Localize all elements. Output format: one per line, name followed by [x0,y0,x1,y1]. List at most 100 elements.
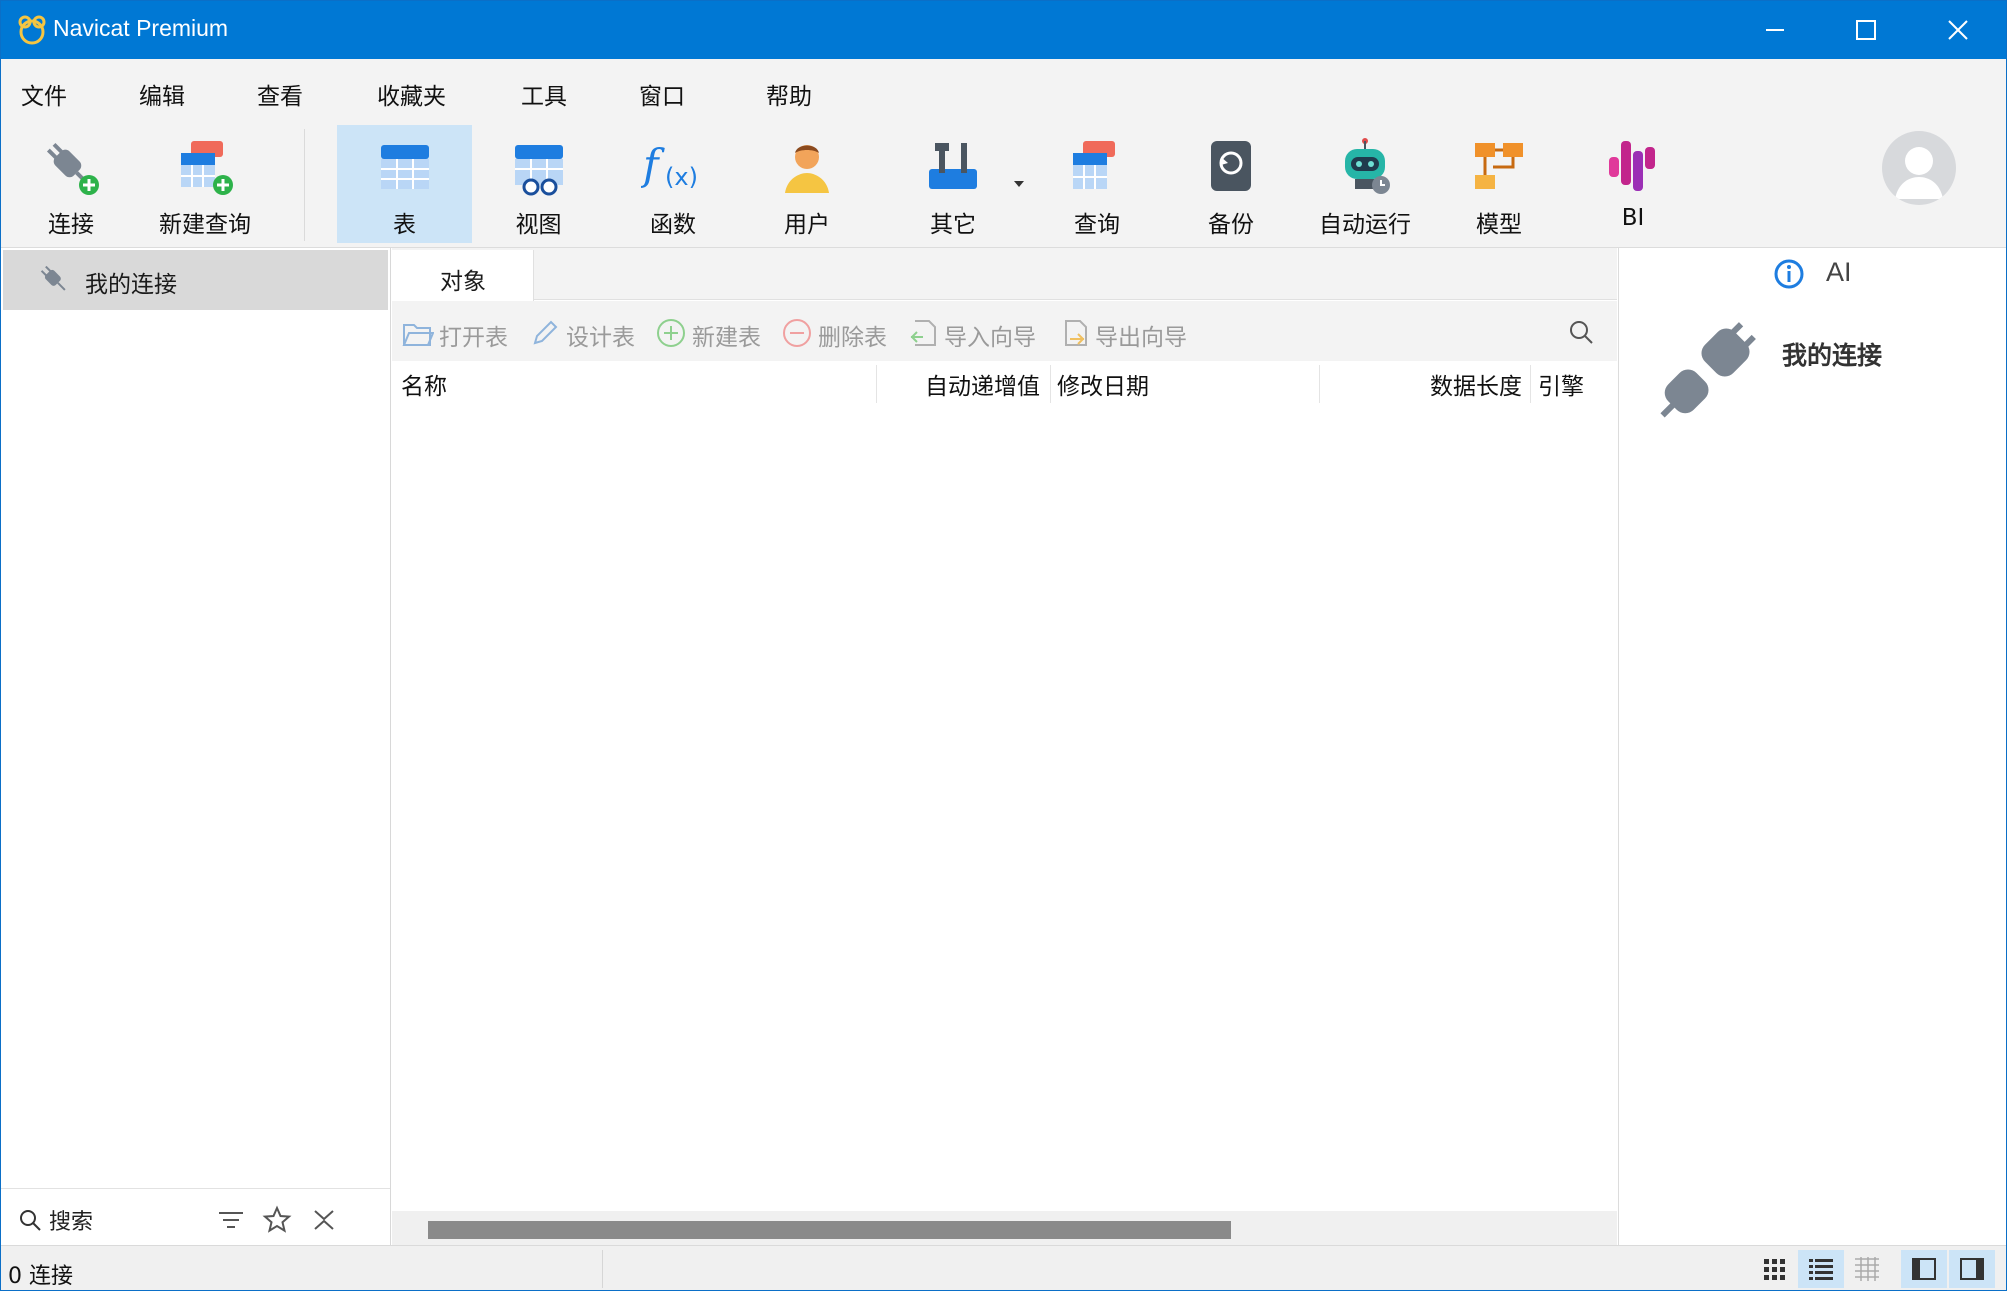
toolbar-label: 新建查询 [159,212,251,238]
menu-bar: 文件 编辑 查看 收藏夹 工具 窗口 帮助 [1,59,2006,123]
others-dropdown-caret-icon[interactable] [1014,181,1024,187]
backup-button[interactable]: 备份 [1179,125,1283,243]
right-pane-icon [1960,1258,1984,1280]
user-icon [785,145,829,193]
tab-strip: 对象 [392,248,1617,301]
model-icon [1475,143,1523,189]
right-pane-toggle-button[interactable] [1949,1250,1995,1288]
model-button[interactable]: 模型 [1447,125,1551,243]
avatar[interactable] [1882,131,1956,205]
menu-file[interactable]: 文件 [21,77,67,111]
import-wizard-button[interactable]: 导入向导 [907,315,1057,351]
tools-icon [929,143,977,189]
close-button[interactable] [1912,1,2004,59]
table-button[interactable]: 表 [337,125,472,243]
toolbar-label: 表 [393,212,416,238]
view-button[interactable]: 视图 [487,125,590,243]
export-wizard-button[interactable]: 导出向导 [1058,315,1208,351]
tab-objects[interactable]: 对象 [392,250,534,301]
list-icon [1809,1259,1833,1280]
delete-table-button[interactable]: 删除表 [781,315,901,351]
design-table-button[interactable]: 设计表 [529,315,649,351]
connect-button[interactable]: 连接 [21,125,121,243]
column-divider[interactable] [1319,365,1320,403]
star-icon[interactable] [262,1205,292,1235]
menu-window[interactable]: 窗口 [639,77,685,111]
pencil-icon [533,320,558,345]
toolbar-label: 函数 [650,212,696,238]
bi-button[interactable]: BI [1581,125,1685,243]
query-button[interactable]: 查询 [1045,125,1149,243]
column-auto-increment[interactable]: 自动递增值 [925,367,1040,401]
minimize-button[interactable] [1729,1,1821,59]
maximize-icon [1856,20,1876,40]
menu-view[interactable]: 查看 [257,77,303,111]
navicat-logo-icon [18,15,46,45]
function-button[interactable]: f (x) 函数 [621,125,725,243]
user-button[interactable]: 用户 [755,125,859,243]
open-table-button[interactable]: 打开表 [402,315,522,351]
toolbar-label: 其它 [930,212,976,238]
connection-name: 我的连接 [1782,341,1883,370]
table-icon [380,145,429,189]
plus-circle-icon [657,319,685,347]
tab-label: 对象 [440,269,486,295]
title-bar: Navicat Premium [1,1,2006,59]
menu-favorites[interactable]: 收藏夹 [377,77,446,111]
function-icon: f (x) [641,140,698,191]
toolbar-label: 视图 [515,212,562,238]
status-divider [602,1250,603,1288]
search-icon[interactable] [1567,318,1595,346]
auto-run-button[interactable]: 自动运行 [1313,125,1417,243]
column-divider[interactable] [876,365,877,403]
plug-add-icon [46,142,99,195]
connection-tree-panel: 我的连接 搜索 [1,248,391,1245]
menu-tools[interactable]: 工具 [521,77,567,111]
info-icon[interactable] [1773,258,1805,290]
grid-view-button[interactable] [1752,1250,1798,1288]
left-pane-icon [1912,1258,1936,1280]
detail-view-button[interactable] [1844,1250,1890,1288]
new-table-button[interactable]: 新建表 [655,315,775,351]
others-button[interactable]: 其它 [901,125,1005,243]
new-query-button[interactable]: 新建查询 [149,125,261,243]
column-name[interactable]: 名称 [401,367,447,401]
collapse-icon[interactable] [309,1205,339,1235]
filter-icon[interactable] [216,1205,246,1235]
column-divider[interactable] [1530,365,1531,403]
bi-icon [1609,141,1655,191]
minus-circle-icon [783,319,811,347]
plug-icon [40,265,66,291]
view-icon [514,145,563,196]
main-toolbar: 连接 新建查询 表 视图 f (x) 函数 用户 其它 查询 备份 自动运行 模… [1,123,2006,248]
toolbar-label: 查询 [1074,212,1120,238]
plug-icon [1660,322,1756,418]
grid-icon [1764,1259,1785,1280]
connection-tree-item[interactable]: 我的连接 [3,250,388,310]
object-toolbar: 打开表 设计表 新建表 删除表 导入向导 导出向导 [392,301,1617,361]
status-bar: 0 连接 [1,1245,2006,1290]
app-window: Navicat Premium 文件 编辑 查看 收藏夹 工具 窗口 帮助 连接… [0,0,2007,1291]
menu-edit[interactable]: 编辑 [139,77,185,111]
action-label: 导入向导 [944,325,1036,351]
status-text: 0 连接 [8,1264,73,1289]
column-engine[interactable]: 引擎 [1538,367,1584,401]
search-icon [20,1210,41,1231]
object-panel: 对象 打开表 设计表 新建表 删除表 导入向导 导出向导 名称 自动递增值 修改… [392,248,1617,1245]
scrollbar-thumb[interactable] [428,1221,1231,1239]
action-label: 导出向导 [1095,325,1187,351]
horizontal-scrollbar[interactable] [392,1211,1617,1245]
column-data-length[interactable]: 数据长度 [1430,367,1522,401]
menu-help[interactable]: 帮助 [766,77,812,111]
column-modified-date[interactable]: 修改日期 [1057,367,1149,401]
list-view-button[interactable] [1798,1250,1844,1288]
tree-search-bar[interactable]: 搜索 [1,1188,390,1245]
toolbar-label: 连接 [48,212,94,238]
left-pane-toggle-button[interactable] [1901,1250,1947,1288]
column-divider[interactable] [1050,365,1051,403]
window-title: Navicat Premium [53,15,229,41]
ai-tab[interactable]: AI [1826,257,1852,288]
maximize-button[interactable] [1820,1,1912,59]
robot-icon [1345,138,1390,194]
toolbar-label: 模型 [1476,212,1522,238]
